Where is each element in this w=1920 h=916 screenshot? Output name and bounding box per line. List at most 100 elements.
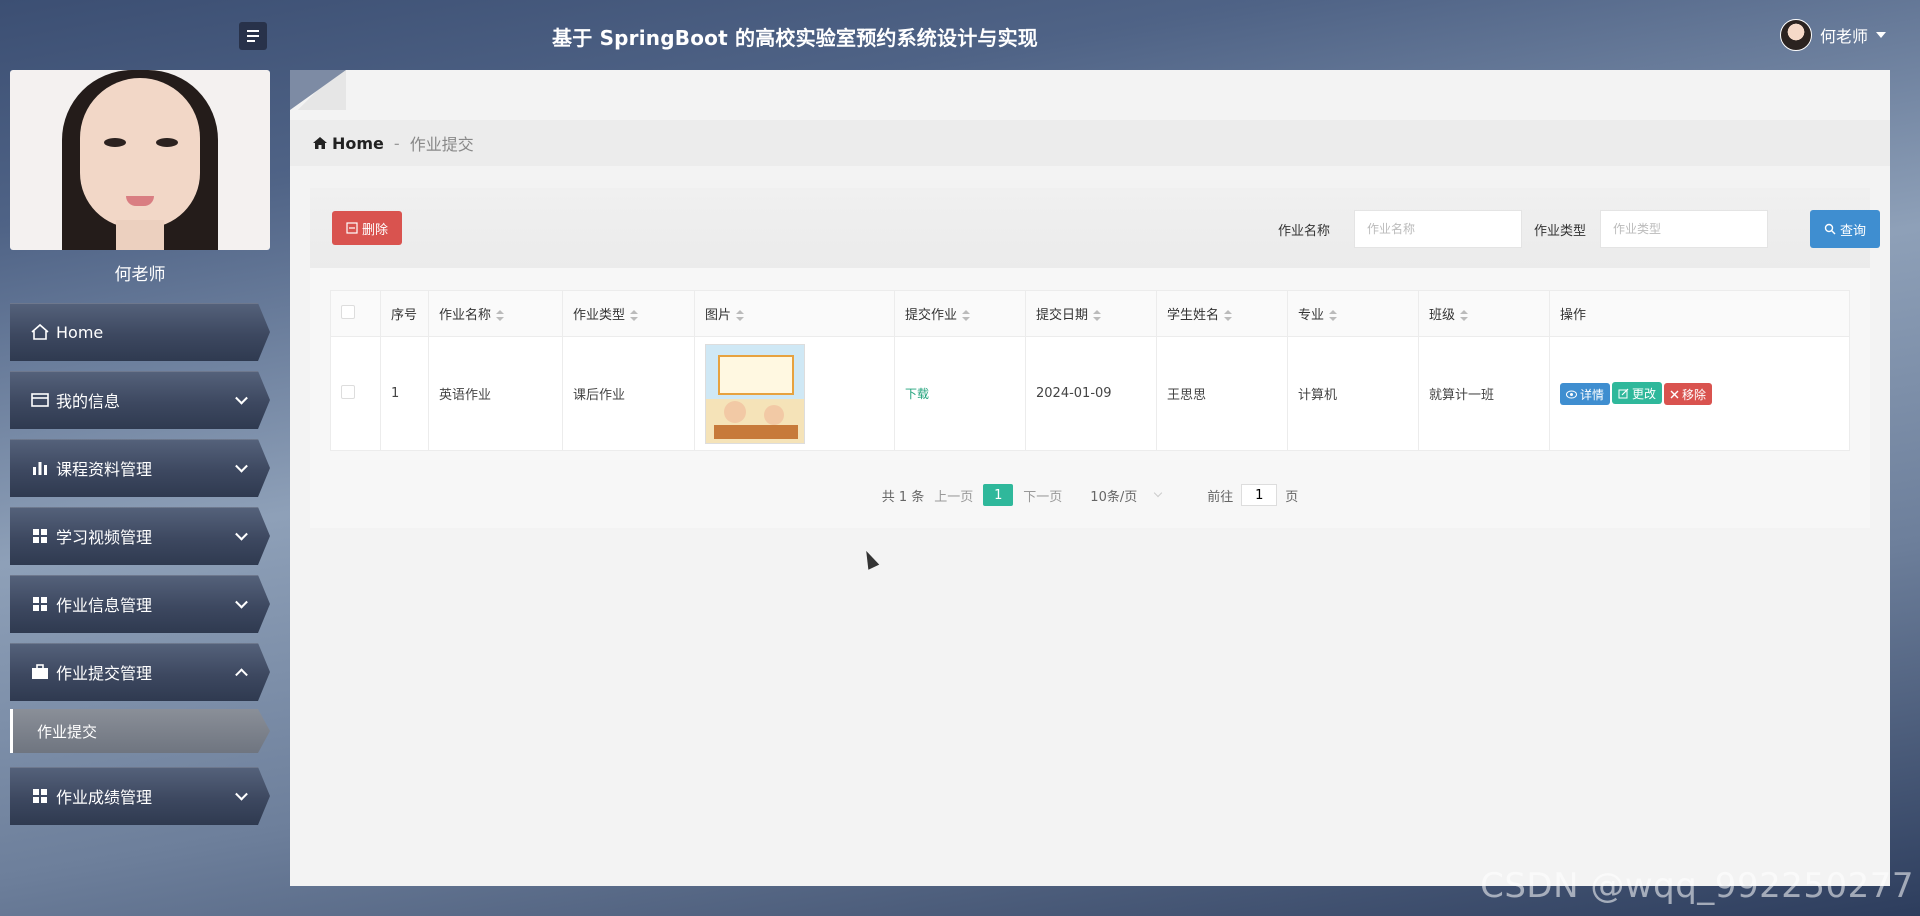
chevron-down-icon bbox=[1876, 32, 1886, 38]
row-date: 2024-01-09 bbox=[1025, 336, 1157, 451]
chevron-down-icon bbox=[235, 595, 248, 609]
select-all-checkbox[interactable] bbox=[341, 304, 355, 319]
user-menu[interactable]: 何老师 bbox=[1779, 19, 1886, 51]
toolbar: 删除 作业名称 作业类型 查询 bbox=[310, 188, 1880, 268]
row-submit-cell: 下载 bbox=[894, 336, 1026, 451]
profile-photo bbox=[10, 70, 270, 250]
homework-thumbnail-image[interactable] bbox=[705, 343, 805, 444]
briefcase-icon bbox=[30, 662, 50, 682]
sidebar-item-study-videos[interactable]: 学习视频管理 bbox=[10, 507, 270, 565]
row-image-cell bbox=[694, 336, 895, 451]
table-header-row: 序号 作业名称 作业类型 图片 提交作业 提交日期 学生姓名 专业 班级 操作 bbox=[330, 290, 1850, 337]
sidebar-item-homework-grades[interactable]: 作业成绩管理 bbox=[10, 767, 270, 825]
prev-page-button[interactable]: 上一页 bbox=[934, 486, 973, 505]
delete-button[interactable]: 删除 bbox=[332, 211, 402, 245]
row-name: 英语作业 bbox=[428, 336, 563, 451]
user-avatar bbox=[1779, 19, 1812, 51]
page-size-select[interactable]: 10条/页 bbox=[1090, 486, 1163, 505]
minus-square-icon bbox=[346, 222, 358, 234]
profile-name: 何老师 bbox=[114, 265, 166, 285]
sidebar-subitem-label: 作业提交 bbox=[37, 722, 98, 741]
chevron-down-icon bbox=[235, 787, 248, 801]
goto-page: 前往 页 bbox=[1207, 484, 1298, 506]
row-checkbox[interactable] bbox=[341, 384, 355, 399]
grid-icon bbox=[30, 526, 50, 546]
sidebar-item-course-materials[interactable]: 课程资料管理 bbox=[10, 439, 270, 497]
column-header[interactable]: 作业类型 bbox=[562, 290, 695, 337]
home-icon bbox=[30, 322, 50, 342]
query-button[interactable]: 查询 bbox=[1810, 210, 1880, 248]
row-select-cell bbox=[330, 336, 381, 451]
grid-icon bbox=[30, 786, 50, 806]
column-header[interactable]: 图片 bbox=[694, 290, 895, 337]
row-index: 1 bbox=[380, 336, 429, 451]
sidebar-item-home[interactable]: Home bbox=[10, 303, 270, 361]
row-major: 计算机 bbox=[1287, 336, 1419, 451]
breadcrumb-separator: - bbox=[393, 133, 400, 153]
chevron-down-icon bbox=[1153, 488, 1163, 498]
column-header: 操作 bbox=[1549, 290, 1850, 337]
pagination-total: 共 1 条 bbox=[881, 489, 925, 505]
page-size-value: 10条/页 bbox=[1090, 489, 1138, 505]
sidebar-subitem-homework-submit[interactable]: 作业提交 bbox=[10, 709, 270, 753]
sort-icon[interactable] bbox=[962, 310, 971, 321]
breadcrumb: Home - 作业提交 bbox=[290, 120, 1890, 166]
sort-icon[interactable] bbox=[1093, 310, 1102, 321]
next-page-button[interactable]: 下一页 bbox=[1023, 486, 1062, 505]
chevron-down-icon bbox=[235, 459, 248, 473]
main-panel: Home - 作业提交 删除 作业名称 作业类型 查询 序号 bbox=[290, 70, 1890, 886]
sidebar-item-my-info[interactable]: 我的信息 bbox=[10, 371, 270, 429]
goto-label: 前往 bbox=[1207, 489, 1234, 505]
row-class: 就算计一班 bbox=[1418, 336, 1550, 451]
site-title: 基于 SpringBoot 的高校实验室预约系统设计与实现 bbox=[552, 26, 1039, 50]
search-type-label: 作业类型 bbox=[1534, 224, 1587, 239]
bar-chart-icon bbox=[30, 458, 50, 478]
sidebar-item-homework-submission[interactable]: 作业提交管理 bbox=[10, 643, 270, 701]
chevron-down-icon bbox=[235, 391, 248, 405]
data-table: 序号 作业名称 作业类型 图片 提交作业 提交日期 学生姓名 专业 班级 操作 … bbox=[330, 290, 1850, 451]
sort-icon[interactable] bbox=[1460, 310, 1469, 321]
download-link[interactable]: 下载 bbox=[905, 387, 929, 401]
menu-toggle-button[interactable] bbox=[239, 22, 267, 50]
breadcrumb-home[interactable]: Home bbox=[312, 134, 384, 153]
sidebar-item-homework-info[interactable]: 作业信息管理 bbox=[10, 575, 270, 633]
column-header[interactable]: 专业 bbox=[1287, 290, 1419, 337]
sidebar: 何老师 Home 我的信息 课程资料管理 学习视频管理 作业信息管理 作业提交管… bbox=[10, 70, 270, 835]
column-header[interactable]: 学生姓名 bbox=[1156, 290, 1288, 337]
delete-button-label: 删除 bbox=[361, 221, 388, 237]
user-name: 何老师 bbox=[1819, 27, 1868, 46]
breadcrumb-home-label: Home bbox=[332, 133, 384, 153]
remove-button-label: 移除 bbox=[1682, 387, 1707, 402]
grid-icon bbox=[30, 594, 50, 614]
close-icon bbox=[1670, 390, 1679, 398]
id-card-icon bbox=[30, 390, 50, 410]
watermark: CSDN @wqq_992250277 bbox=[1480, 866, 1914, 906]
row-actions: 详情 更改 移除 bbox=[1549, 336, 1850, 451]
column-header[interactable]: 作业名称 bbox=[428, 290, 563, 337]
search-type-input[interactable] bbox=[1600, 210, 1768, 248]
sidebar-item-label: 作业信息管理 bbox=[56, 596, 153, 615]
sort-icon[interactable] bbox=[1329, 310, 1338, 321]
top-bar: 基于 SpringBoot 的高校实验室预约系统设计与实现 何老师 bbox=[0, 0, 1920, 70]
breadcrumb-current: 作业提交 bbox=[409, 135, 474, 154]
edit-button-label: 更改 bbox=[1632, 386, 1657, 401]
table-row[interactable]: 1 英语作业 课后作业 下载 2024-01-09 王思思 计算机 就算计一班 bbox=[330, 336, 1850, 451]
sort-icon[interactable] bbox=[630, 310, 639, 321]
remove-button[interactable]: 移除 bbox=[1664, 383, 1713, 405]
search-name-input[interactable] bbox=[1354, 210, 1522, 248]
edit-button[interactable]: 更改 bbox=[1612, 382, 1663, 404]
page-number-current[interactable]: 1 bbox=[983, 484, 1014, 506]
sidebar-item-label: 课程资料管理 bbox=[56, 460, 153, 479]
search-icon bbox=[1824, 223, 1836, 235]
detail-button[interactable]: 详情 bbox=[1560, 383, 1611, 405]
column-header[interactable]: 提交作业 bbox=[894, 290, 1026, 337]
home-icon bbox=[313, 137, 327, 149]
column-header[interactable]: 班级 bbox=[1418, 290, 1550, 337]
column-header[interactable]: 提交日期 bbox=[1025, 290, 1157, 337]
sort-icon[interactable] bbox=[736, 310, 745, 321]
sort-icon[interactable] bbox=[1224, 310, 1233, 321]
sort-icon[interactable] bbox=[496, 310, 505, 321]
goto-page-input[interactable] bbox=[1241, 484, 1278, 506]
sidebar-item-label: 作业成绩管理 bbox=[56, 788, 153, 807]
content-card: 删除 作业名称 作业类型 查询 序号 作业名称 作业类型 图片 提交作业 bbox=[310, 188, 1880, 528]
